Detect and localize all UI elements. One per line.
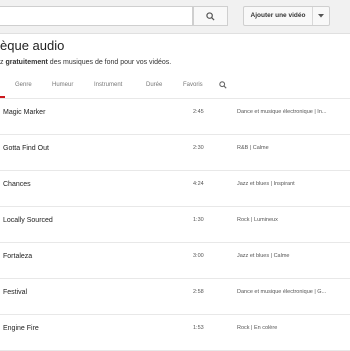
search-button[interactable]	[193, 6, 228, 26]
tab-instrument[interactable]: Instrument	[94, 82, 122, 88]
upload-menu-toggle[interactable]	[313, 14, 329, 18]
track-duration: 2:45	[193, 109, 204, 115]
track-row[interactable]: Fortaleza 3:00 Jazz et blues | Calme	[0, 243, 350, 279]
track-genre: Jazz et blues | Calme	[237, 253, 290, 259]
track-duration: 2:30	[193, 145, 204, 151]
tab-duration[interactable]: Durée	[146, 82, 162, 88]
track-row[interactable]: Magic Marker 2:45 Dance et musique élect…	[0, 99, 350, 135]
track-genre: R&B | Calme	[237, 145, 269, 151]
track-title: Locally Sourced	[3, 217, 53, 224]
track-row[interactable]: Festival 2:58 Dance et musique électroni…	[0, 279, 350, 315]
track-genre: Dance et musique électronique | In...	[237, 109, 327, 115]
tab-favorites[interactable]: Favoris	[183, 82, 203, 88]
track-row[interactable]: Locally Sourced 1:30 Rock | Lumineux	[0, 207, 350, 243]
page-title: èque audio	[0, 38, 65, 53]
track-duration: 1:53	[193, 325, 204, 331]
top-bar: Ajouter une vidéo	[0, 0, 350, 34]
upload-button-label: Ajouter une vidéo	[244, 7, 313, 25]
subtitle-suffix: des musiques de fond pour vos vidéos.	[47, 59, 172, 66]
filter-search-button[interactable]	[219, 81, 227, 91]
track-genre: Rock | En colère	[237, 325, 278, 331]
tab-genre[interactable]: Genre	[15, 82, 32, 88]
track-row[interactable]: Gotta Find Out 2:30 R&B | Calme	[0, 135, 350, 171]
track-genre: Jazz et blues | Inspirant	[237, 181, 295, 187]
track-row[interactable]: Engine Fire 1:53 Rock | En colère	[0, 315, 350, 351]
track-list: Magic Marker 2:45 Dance et musique élect…	[0, 99, 350, 351]
track-title: Chances	[3, 181, 31, 188]
filter-tabs: Genre Humeur Instrument Durée Favoris	[0, 81, 350, 92]
track-title: Magic Marker	[3, 109, 46, 116]
track-duration: 4:24	[193, 181, 204, 187]
track-row[interactable]: Chances 4:24 Jazz et blues | Inspirant	[0, 171, 350, 207]
subtitle-bold: gratuitement	[5, 59, 48, 66]
search-icon	[219, 81, 227, 89]
track-genre: Rock | Lumineux	[237, 217, 278, 223]
upload-button[interactable]: Ajouter une vidéo	[243, 6, 330, 26]
search-icon	[206, 11, 215, 21]
track-title: Fortaleza	[3, 253, 33, 260]
track-genre: Dance et musique électronique | G...	[237, 289, 327, 295]
track-duration: 2:58	[193, 289, 204, 295]
track-title: Gotta Find Out	[3, 145, 49, 152]
track-title: Festival	[3, 289, 28, 296]
tab-mood[interactable]: Humeur	[52, 82, 73, 88]
track-duration: 3:00	[193, 253, 204, 259]
page-subtitle: z gratuitement des musiques de fond pour…	[0, 59, 171, 66]
track-duration: 1:30	[193, 217, 204, 223]
chevron-down-icon	[318, 14, 324, 18]
track-title: Engine Fire	[3, 325, 39, 332]
search-input[interactable]	[0, 6, 193, 26]
